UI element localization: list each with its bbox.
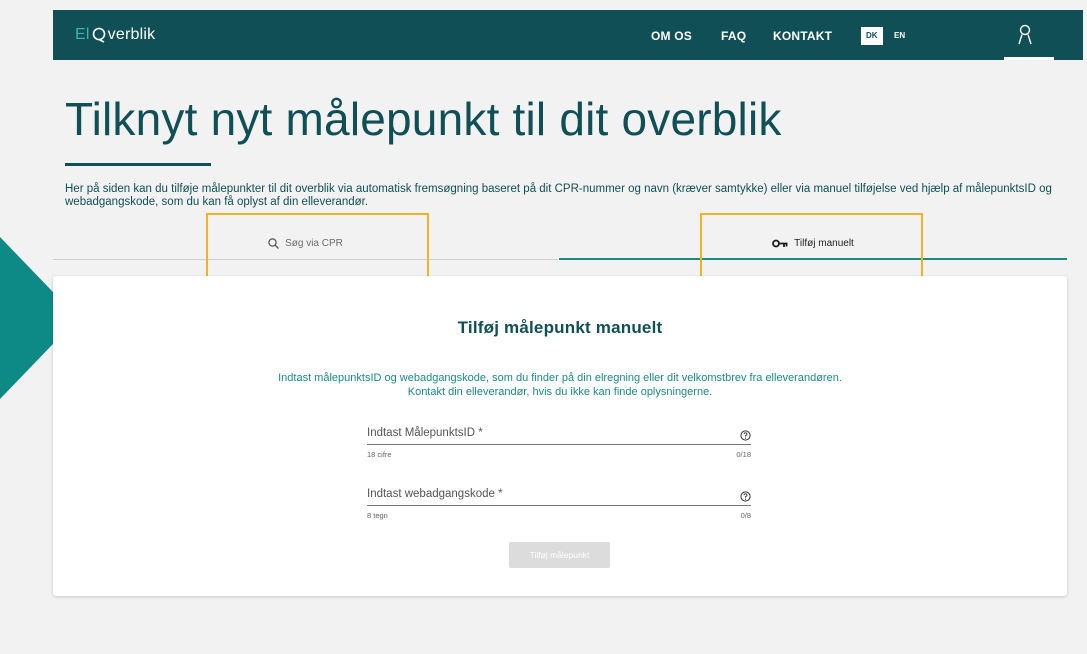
- field-hint-row: 8 tegn 0/8: [367, 511, 751, 520]
- highlight-box-cpr: [206, 213, 429, 285]
- add-measurepoint-button[interactable]: Tilføj målepunkt: [509, 542, 610, 568]
- card-description-line-2: Kontakt din elleverandør, hvis du ikke k…: [407, 386, 713, 398]
- lang-en[interactable]: EN: [889, 27, 910, 45]
- logo[interactable]: El verblik: [75, 26, 155, 44]
- nav-kontakt[interactable]: KONTAKT: [773, 29, 832, 43]
- hint-text: 8 tegn: [367, 511, 388, 520]
- lang-dk[interactable]: DK: [861, 27, 883, 45]
- bulb-o-icon: [91, 27, 107, 43]
- card-description: Indtast målepunktsID og webadgangskode, …: [53, 371, 1067, 399]
- help-icon[interactable]: [740, 489, 751, 502]
- title-underline: [65, 163, 211, 166]
- measurepoint-id-label: Indtast MålepunktsID *: [367, 427, 483, 439]
- input-underline: [367, 505, 751, 506]
- input-underline: [367, 444, 751, 445]
- intro-text: Her på siden kan du tilføje målepunkter …: [65, 183, 1052, 208]
- character-counter: 0/18: [736, 450, 751, 459]
- logo-el-text: El: [75, 26, 90, 43]
- highlight-box-manual: [700, 213, 923, 285]
- field-hint-row: 18 cifre 0/18: [367, 450, 751, 459]
- nav-om-os[interactable]: OM OS: [651, 29, 692, 43]
- logo-text: verblik: [107, 26, 156, 43]
- user-icon[interactable]: [1015, 24, 1035, 46]
- web-access-code-field[interactable]: Indtast webadgangskode * 8 tegn 0/8: [367, 487, 751, 520]
- user-active-indicator: [1004, 57, 1054, 60]
- help-icon[interactable]: [740, 428, 751, 441]
- card-title: Tilføj målepunkt manuelt: [457, 318, 663, 337]
- character-counter: 0/8: [740, 511, 751, 520]
- web-access-code-label: Indtast webadgangskode *: [367, 488, 503, 500]
- measurepoint-id-field[interactable]: Indtast MålepunktsID * 18 cifre 0/18: [367, 426, 751, 459]
- header-bar: El verblik OM OS FAQ KONTAKT DK EN: [53, 10, 1083, 60]
- card-description-line-1: Indtast målepunktsID og webadgangskode, …: [278, 372, 842, 384]
- page-title: Tilknyt nyt målepunkt til dit overblik: [65, 93, 782, 145]
- hint-text: 18 cifre: [367, 450, 392, 459]
- manual-form-card: Tilføj målepunkt manuelt Indtast målepun…: [53, 276, 1067, 596]
- nav-faq[interactable]: FAQ: [721, 29, 746, 43]
